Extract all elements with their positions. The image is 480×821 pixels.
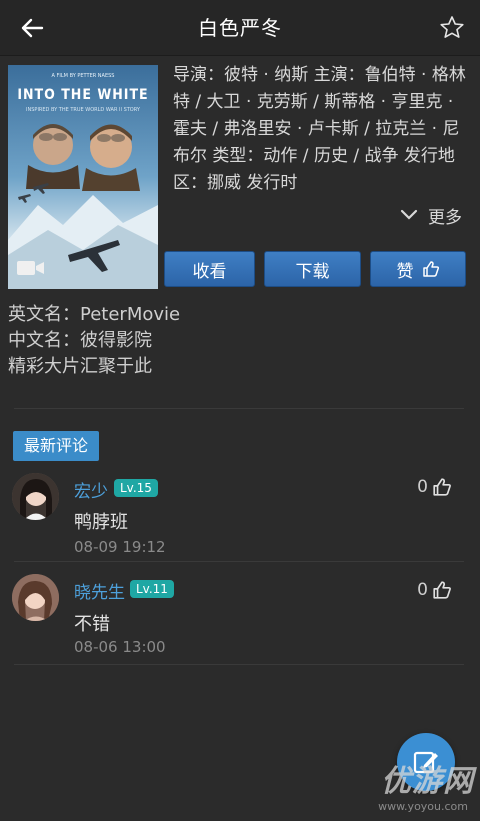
watermark-main: 优游网 <box>381 764 474 799</box>
english-name: 英文名：PeterMovie <box>8 304 181 325</box>
watermark-sub: www.yoyou.com <box>378 800 468 813</box>
latest-comments-badge: 最新评论 <box>13 431 100 461</box>
comment-time: 08-09 19:12 <box>74 538 166 556</box>
comment-username[interactable]: 宏少 <box>74 477 108 502</box>
watermark: 优游网 www.yoyou.com <box>378 756 474 813</box>
like-count: 0 <box>417 477 428 497</box>
favorite-star-button[interactable] <box>438 14 466 42</box>
comment-time: 08-06 13:00 <box>74 638 166 656</box>
chevron-down-icon <box>400 209 418 220</box>
avatar[interactable] <box>12 473 59 520</box>
movie-info-text: 导演：彼特 · 纳斯 主演：鲁伯特 · 格林特 / 大卫 · 克劳斯 / 斯蒂格… <box>173 65 466 193</box>
like-count: 0 <box>417 580 428 600</box>
movie-poster[interactable]: A FILM BY PETTER NAESS INTO THE WHITE IN… <box>8 65 158 289</box>
star-icon <box>440 16 464 38</box>
video-camera-icon <box>16 259 46 281</box>
watch-button-label: 收看 <box>192 261 227 282</box>
thumbs-up-icon <box>422 261 439 277</box>
like-button-label: 赞 <box>396 261 414 282</box>
thumbs-up-icon <box>433 478 451 496</box>
comment-text: 不错 <box>74 614 110 635</box>
section-divider <box>14 408 464 409</box>
slogan: 精彩大片汇聚于此 <box>8 356 152 377</box>
comment-username[interactable]: 晓先生 <box>74 578 125 603</box>
avatar[interactable] <box>12 574 59 621</box>
comment-like-count[interactable]: 0 <box>417 580 452 600</box>
like-button[interactable]: 赞 <box>370 251 466 287</box>
download-button[interactable]: 下载 <box>264 251 361 287</box>
level-badge: Lv.11 <box>130 580 174 598</box>
comment-divider <box>14 561 464 562</box>
watch-button[interactable]: 收看 <box>164 251 255 287</box>
description: 英文名：PeterMovie 中文名：彼得影院 精彩大片汇聚于此 <box>8 302 180 380</box>
download-button-label: 下载 <box>295 261 330 282</box>
thumbs-up-icon <box>433 581 451 599</box>
comment-divider <box>14 664 464 665</box>
level-badge: Lv.15 <box>114 479 158 497</box>
comment-like-count[interactable]: 0 <box>417 477 452 497</box>
more-button[interactable]: 更多 <box>400 202 462 228</box>
chinese-name: 中文名：彼得影院 <box>8 330 152 351</box>
more-label: 更多 <box>428 207 462 228</box>
poster-artwork <box>8 124 158 289</box>
top-bar: 白色严冬 <box>0 0 480 56</box>
page-title: 白色严冬 <box>198 16 282 40</box>
comment-text: 鸭脖班 <box>74 512 128 533</box>
